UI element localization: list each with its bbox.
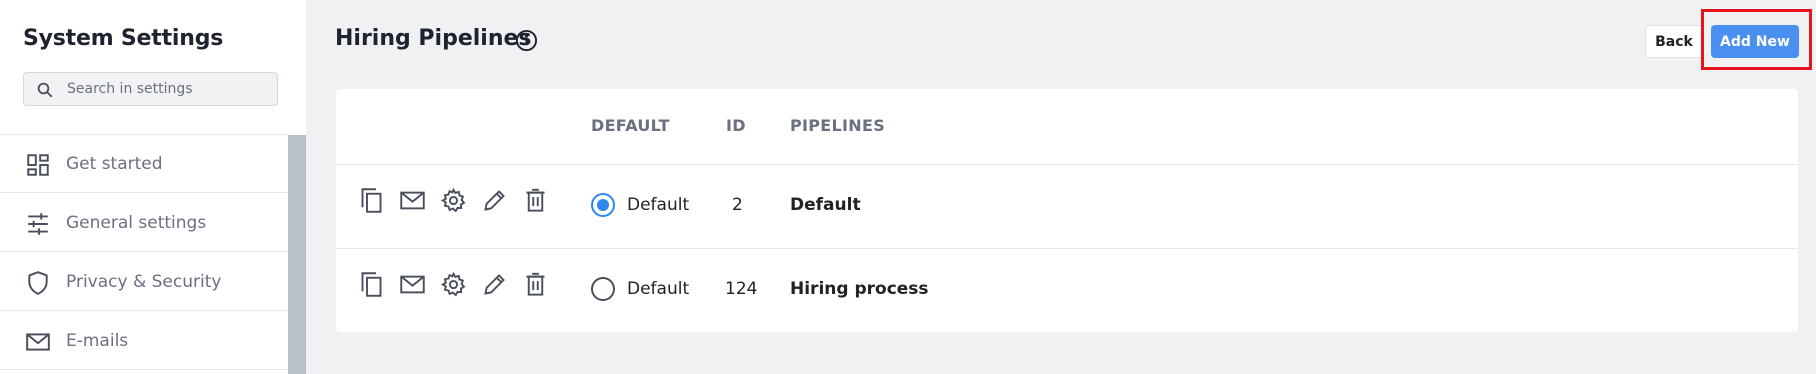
shield-icon: [28, 271, 48, 295]
sliders-icon: [28, 213, 48, 235]
sidebar-title: System Settings: [23, 26, 224, 51]
sidebar-item-label: E-mails: [66, 331, 129, 351]
default-radio-label: Default: [627, 195, 690, 215]
sidebar-item-general-settings[interactable]: General settings: [0, 194, 288, 252]
gear-icon[interactable]: [440, 271, 467, 298]
mail-icon[interactable]: [399, 187, 426, 214]
default-radio-label: Default: [627, 279, 690, 299]
search-icon: [37, 82, 53, 98]
pipelines-table: DEFAULT ID PIPELINES Default 2 Default D…: [336, 89, 1798, 332]
pencil-icon[interactable]: [481, 271, 508, 298]
copy-icon[interactable]: [358, 187, 385, 214]
sidebar-item-label: Privacy & Security: [66, 272, 222, 292]
column-header-id: ID: [726, 116, 746, 135]
id-cell: 124: [725, 279, 758, 299]
highlight-box: [1701, 9, 1812, 70]
sidebar: System Settings Get started General sett…: [0, 0, 306, 374]
pencil-icon[interactable]: [481, 187, 508, 214]
mail-icon[interactable]: [399, 271, 426, 298]
trash-icon[interactable]: [522, 187, 549, 214]
pipeline-name-cell: Default: [790, 195, 861, 215]
sidebar-scrollbar[interactable]: [288, 135, 306, 374]
search-input[interactable]: [67, 73, 267, 105]
info-icon[interactable]: [515, 29, 538, 52]
dashboard-icon: [27, 154, 49, 176]
table-row: Default 124 Hiring process: [336, 248, 1798, 332]
sidebar-item-emails[interactable]: E-mails: [0, 312, 288, 370]
column-header-default: DEFAULT: [591, 116, 670, 135]
sidebar-item-label: General settings: [66, 213, 207, 233]
default-radio[interactable]: [591, 193, 615, 217]
back-button[interactable]: Back: [1645, 25, 1703, 58]
row-actions: [358, 271, 549, 298]
copy-icon[interactable]: [358, 271, 385, 298]
default-radio[interactable]: [591, 277, 615, 301]
gear-icon[interactable]: [440, 187, 467, 214]
mail-icon: [26, 333, 50, 351]
table-row: Default 2 Default: [336, 164, 1798, 248]
sidebar-item-get-started[interactable]: Get started: [0, 135, 288, 193]
id-cell: 2: [732, 195, 743, 215]
pipeline-name-cell: Hiring process: [790, 279, 929, 299]
sidebar-item-label: Get started: [66, 154, 163, 174]
row-actions: [358, 187, 549, 214]
sidebar-item-privacy-security[interactable]: Privacy & Security: [0, 253, 288, 311]
trash-icon[interactable]: [522, 271, 549, 298]
settings-search-box[interactable]: [23, 72, 278, 106]
page-title: Hiring Pipelines: [335, 26, 532, 51]
column-header-pipelines: PIPELINES: [790, 116, 886, 135]
